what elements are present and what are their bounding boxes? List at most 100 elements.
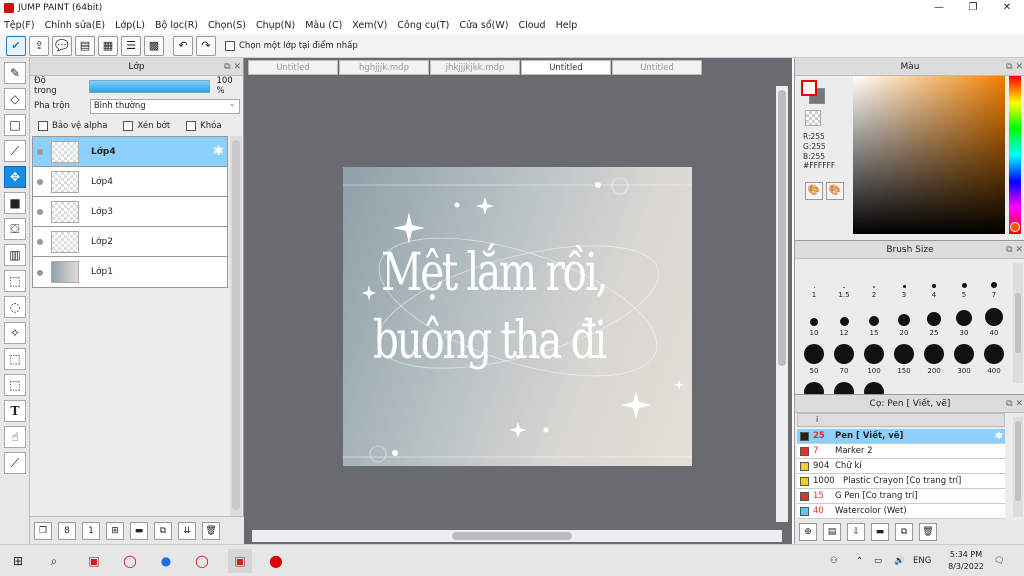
brush-size-option[interactable]: 70 xyxy=(829,337,859,375)
record-icon[interactable]: ⬤ xyxy=(264,549,288,573)
redo-button[interactable]: ↷ xyxy=(196,35,216,56)
fill-rect-tool-icon[interactable]: ■ xyxy=(4,192,26,214)
panel-window-icons[interactable]: ⧉ ✕ xyxy=(1006,396,1023,412)
palette-settings-icon[interactable]: 🎨 xyxy=(826,182,844,200)
new-layer-1bit-icon[interactable]: 1 xyxy=(82,521,100,540)
layer-item[interactable]: ● Lớp2 xyxy=(33,227,227,257)
list-icon-button[interactable]: ☰ xyxy=(121,35,141,56)
gear-icon[interactable]: ✱ xyxy=(213,144,224,159)
menu-layer[interactable]: Lớp(L) xyxy=(115,20,145,31)
maximize-button[interactable]: ❐ xyxy=(956,0,990,16)
volume-icon[interactable]: 🔊 xyxy=(894,545,905,576)
network-icon[interactable]: ▭ xyxy=(874,545,882,576)
menu-filter[interactable]: Bộ lọc(R) xyxy=(155,20,198,31)
duplicate-brush-icon[interactable]: ⧉ xyxy=(895,523,913,541)
layer-item[interactable]: ● Lớp3 xyxy=(33,197,227,227)
opacity-slider[interactable] xyxy=(88,79,211,93)
menu-file[interactable]: Tệp(F) xyxy=(4,20,35,31)
brush-size-option[interactable]: 30 xyxy=(949,299,979,337)
hand-tool-icon[interactable]: ☝ xyxy=(4,426,26,448)
undo-button[interactable]: ↶ xyxy=(173,35,193,56)
move-tool-icon[interactable]: ✥ xyxy=(4,166,26,188)
gear-icon[interactable]: ✱ xyxy=(995,431,1003,442)
brush-size-option[interactable]: 12 xyxy=(829,299,859,337)
layer-item[interactable]: ● Lớp1 xyxy=(33,257,227,287)
minimize-button[interactable]: — xyxy=(922,0,956,16)
visibility-icon[interactable]: ● xyxy=(33,207,47,216)
brush-list-item[interactable]: 15 G Pen [Cọ trang trí] xyxy=(797,489,1005,504)
blend-mode-select[interactable]: Bình thường xyxy=(89,98,240,114)
comment-icon-button[interactable]: ▤ xyxy=(75,35,95,56)
lasso-tool-icon[interactable]: ◌ xyxy=(4,296,26,318)
visibility-icon[interactable]: ● xyxy=(33,268,47,277)
search-icon[interactable]: ⌕ xyxy=(42,549,66,573)
brush-size-option[interactable]: 400 xyxy=(979,337,1009,375)
panel-window-icons[interactable]: ⧉ ✕ xyxy=(224,59,241,75)
fg-bg-color-swatch[interactable] xyxy=(801,80,825,104)
brush-import-icon[interactable]: ⇩ xyxy=(847,523,865,541)
pen-tool-icon[interactable]: ✎ xyxy=(4,62,26,84)
canvas-vertical-scrollbar[interactable] xyxy=(776,86,788,522)
rect-select-tool-icon[interactable]: ⬚ xyxy=(4,270,26,292)
brush-size-option[interactable]: 4 xyxy=(919,261,949,299)
trash-icon[interactable]: 🗑 xyxy=(202,521,220,540)
notification-icon[interactable]: 🗨 xyxy=(994,545,1005,576)
canvas-horizontal-scrollbar[interactable] xyxy=(252,530,782,542)
windows-start-icon[interactable]: ⊞ xyxy=(6,549,30,573)
eraser-tool-icon[interactable]: ◇ xyxy=(4,88,26,110)
brush-size-option[interactable]: 25 xyxy=(919,299,949,337)
add-brush-icon[interactable]: ⊕ xyxy=(799,523,817,541)
document-tab[interactable]: jhkjjjkjkk.mdp xyxy=(430,60,520,75)
brush-size-option[interactable]: 1 xyxy=(799,261,829,299)
export-icon-button[interactable]: ⇪ xyxy=(29,35,49,56)
brush-size-option[interactable]: 50 xyxy=(799,337,829,375)
layer-item[interactable]: ● Lớp4 ✱ xyxy=(33,137,227,167)
language-indicator[interactable]: ENG xyxy=(913,545,931,576)
pick-layer-checkbox[interactable] xyxy=(225,40,235,51)
rectangle-tool-icon[interactable]: □ xyxy=(4,114,26,136)
line-tool-icon[interactable]: ⟋ xyxy=(4,140,26,162)
zalo-icon[interactable]: ● xyxy=(154,549,178,573)
trash-icon[interactable]: 🗑 xyxy=(919,523,937,541)
brush-size-option[interactable]: 200 xyxy=(919,337,949,375)
select-eraser-tool-icon[interactable]: ⬚ xyxy=(4,374,26,396)
brush-size-scrollbar[interactable] xyxy=(1013,263,1023,383)
select-pen-tool-icon[interactable]: ⬚ xyxy=(4,348,26,370)
brush-list-item[interactable]: 1000 Plastic Crayon [Cọ trang trí] xyxy=(797,474,1005,489)
eyedropper-tool-icon[interactable]: ⟋ xyxy=(4,452,26,474)
brush-size-option[interactable]: 300 xyxy=(949,337,979,375)
document-icon-button[interactable]: ▦ xyxy=(98,35,118,56)
merge-layer-icon[interactable]: ⇊ xyxy=(178,521,196,540)
document-tab[interactable]: Untitled xyxy=(248,60,338,75)
menu-edit[interactable]: Chỉnh sửa(E) xyxy=(45,20,106,31)
brush-list-item[interactable]: 7 Marker 2 xyxy=(797,444,1005,459)
folder-icon[interactable]: ▬ xyxy=(871,523,889,541)
clipping-checkbox[interactable] xyxy=(123,121,134,131)
saturation-value-picker[interactable] xyxy=(853,76,1005,234)
brush-list-item[interactable]: 904 Chữ kí xyxy=(797,459,1005,474)
brush-size-option[interactable]: 3 xyxy=(889,261,919,299)
opera-icon[interactable]: ◯ xyxy=(118,549,142,573)
palette-icon[interactable]: 🎨 xyxy=(805,182,823,200)
hue-slider[interactable] xyxy=(1009,76,1021,234)
foreground-color[interactable] xyxy=(801,80,817,96)
menu-select[interactable]: Chọn(S) xyxy=(208,20,246,31)
visibility-icon[interactable]: ● xyxy=(33,237,47,246)
brush-size-option[interactable]: 2 xyxy=(859,261,889,299)
new-layer-icon[interactable]: ❐ xyxy=(34,521,52,540)
brush-size-option[interactable]: 1.5 xyxy=(829,261,859,299)
close-button[interactable]: ✕ xyxy=(990,0,1024,16)
tray-chevron-icon[interactable]: ⌃ xyxy=(856,545,863,576)
menu-color[interactable]: Màu (C) xyxy=(305,20,342,31)
brush-list-scrollbar[interactable] xyxy=(1013,417,1023,517)
menu-cloud[interactable]: Cloud xyxy=(518,20,545,31)
brush-menu-icon[interactable]: ▤ xyxy=(823,523,841,541)
brush-size-option[interactable]: 10 xyxy=(799,299,829,337)
menu-help[interactable]: Help xyxy=(556,20,578,31)
layer-scrollbar[interactable] xyxy=(230,136,242,516)
document-tab[interactable]: Untitled xyxy=(612,60,702,75)
clock[interactable]: 5:34 PM 8/3/2022 xyxy=(948,549,984,573)
protect-alpha-checkbox[interactable] xyxy=(38,121,48,131)
new-layer-8bit-icon[interactable]: 8 xyxy=(58,521,76,540)
brush-size-option[interactable]: 20 xyxy=(889,299,919,337)
